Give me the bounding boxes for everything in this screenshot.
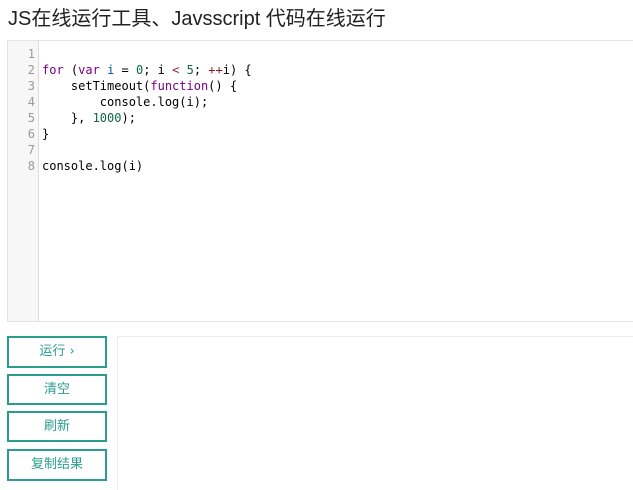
line-number: 1 [27, 47, 35, 61]
code-line: console.log(i) [42, 158, 633, 174]
code-token: () { [208, 79, 238, 93]
code-token: 1000 [92, 111, 122, 125]
line-number: 8 [27, 159, 35, 173]
line-number: 4 [27, 95, 35, 109]
code-line: }, 1000); [42, 110, 633, 126]
line-number: 7 [27, 143, 35, 157]
refresh-button[interactable]: 刷新 [7, 411, 107, 442]
code-line: } [42, 126, 633, 142]
code-token: ; i [143, 63, 173, 77]
code-token: for [42, 63, 64, 77]
code-token: i) { [222, 63, 252, 77]
code-token: }, [42, 111, 93, 125]
line-numbers: 1 2 3 4 5 6 7 8 [8, 46, 35, 174]
line-number: 2 [27, 63, 35, 77]
code-token: 5 [186, 63, 194, 77]
line-number: 5 [27, 111, 35, 125]
code-line: console.log(i); [42, 94, 633, 110]
copy-result-button[interactable]: 复制结果 [7, 449, 107, 481]
code-token: ( [63, 63, 79, 77]
page-title: JS在线运行工具、Javsscript 代码在线运行 [8, 8, 386, 30]
code-line: for (var i = 0; i < 5; ++i) { [42, 62, 633, 78]
code-area[interactable]: for (var i = 0; i < 5; ++i) { setTimeout… [42, 46, 633, 174]
action-buttons: 运行 › 清空 刷新 复制结果 [7, 336, 107, 487]
code-token: setTimeout( [42, 79, 151, 93]
line-number: 6 [27, 127, 35, 141]
code-token: console.log(i) [42, 159, 144, 173]
line-number: 3 [27, 79, 35, 93]
run-button[interactable]: 运行 › [7, 336, 107, 368]
clear-button[interactable]: 清空 [7, 374, 107, 405]
code-token: console.log(i); [42, 95, 209, 109]
code-token: ); [121, 111, 136, 125]
code-token: function [150, 79, 209, 93]
code-token: } [42, 127, 50, 141]
code-token: = [114, 63, 136, 77]
code-token: ; [193, 63, 209, 77]
code-token: ++ [208, 63, 223, 77]
code-token: var [78, 63, 100, 77]
output-panel [117, 336, 633, 490]
line-number-gutter: 1 2 3 4 5 6 7 8 [8, 41, 39, 321]
code-editor[interactable]: 1 2 3 4 5 6 7 8 for (var i = 0; i < 5; ++i) { s… [7, 40, 633, 322]
code-line: setTimeout(function() { [42, 78, 633, 94]
